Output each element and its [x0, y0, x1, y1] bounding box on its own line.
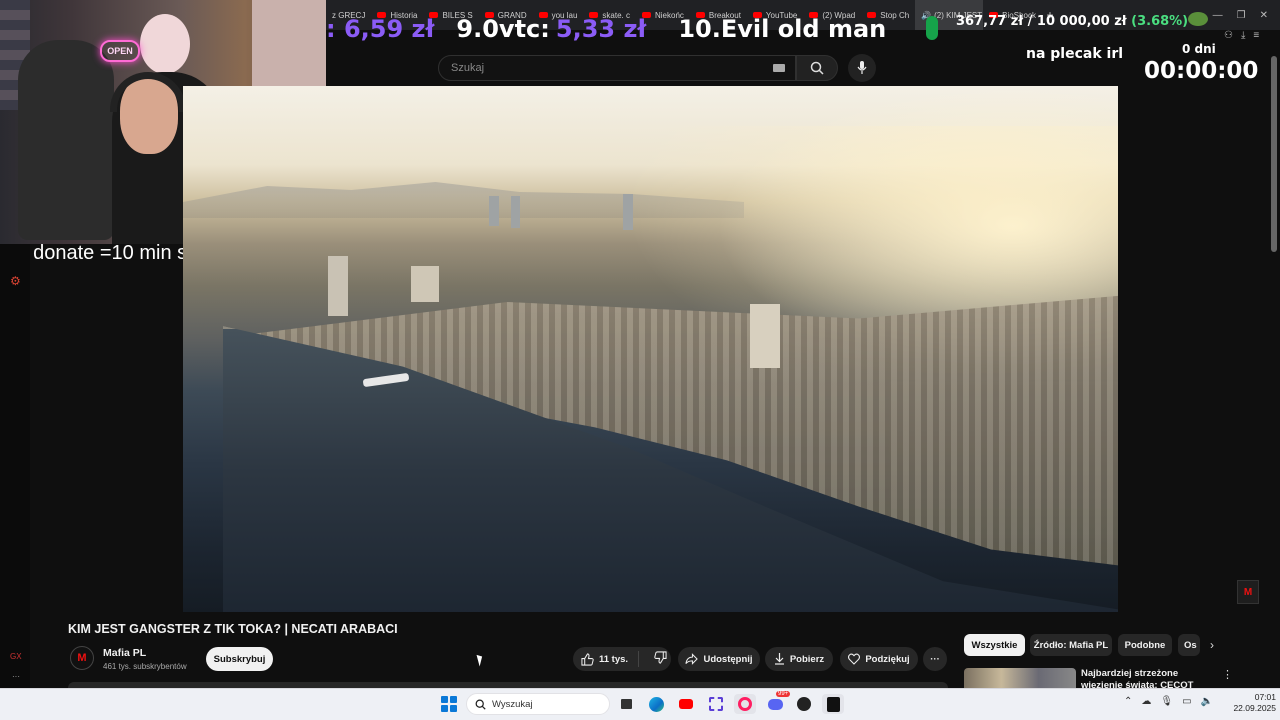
task-view-icon[interactable] — [615, 694, 637, 714]
window-controls: — ❐ ✕ — [1213, 10, 1280, 21]
distant-tower — [511, 196, 520, 228]
share-label: Udostępnij — [703, 653, 753, 665]
distant-tower — [489, 196, 499, 226]
leader-price: : 6,59 zł — [326, 15, 435, 43]
recommended-menu-icon[interactable]: ⋮ — [1222, 668, 1233, 681]
channel-name[interactable]: Mafia PL — [103, 647, 146, 659]
neon-open-sign: OPEN — [100, 40, 140, 62]
taskbar-clock[interactable]: 07:01 22.09.2025 — [1222, 692, 1276, 714]
browser-toolbar-icons: ⚇ ⤓ ≡ — [1218, 30, 1280, 41]
maximize-button[interactable]: ❐ — [1237, 10, 1246, 21]
heart-dollar-icon — [848, 653, 861, 665]
teddy-bear — [140, 14, 190, 74]
goal-separator: / — [1027, 14, 1033, 29]
chip-all[interactable]: Wszystkie — [964, 634, 1025, 656]
share-button[interactable]: Udostępnij — [678, 647, 760, 671]
chip-similar[interactable]: Podobne — [1118, 634, 1172, 656]
thumbs-up-icon — [581, 652, 594, 666]
close-button[interactable]: ✕ — [1260, 10, 1268, 21]
volume-icon[interactable]: 🔈 — [1201, 696, 1213, 707]
more-actions-button[interactable]: ··· — [923, 647, 947, 671]
gx-icon[interactable]: GX — [10, 652, 22, 661]
download-button[interactable]: Pobierz — [765, 647, 833, 671]
goal-progress-indicator — [926, 16, 938, 40]
microphone-tray-icon[interactable]: 🎙 — [1160, 696, 1173, 707]
page-scrollbar[interactable] — [1271, 56, 1277, 252]
snipping-tool-icon[interactable] — [705, 694, 727, 714]
goal-current: 367,77 zł — [956, 14, 1024, 29]
building-tower — [750, 304, 780, 368]
youtube-search-input[interactable]: Szukaj — [438, 55, 796, 81]
building-tower — [328, 256, 348, 316]
distant-tower — [623, 194, 633, 230]
like-button[interactable]: 11 tys. — [573, 651, 639, 667]
channel-watermark[interactable]: M — [1237, 580, 1259, 604]
chips-next-chevron-icon[interactable]: › — [1210, 638, 1214, 652]
leader-rank: 10.Evil old man — [678, 15, 887, 43]
download-icon[interactable]: ⤓ — [1241, 30, 1245, 41]
windows-taskbar — [0, 688, 1280, 720]
microphone-icon — [857, 61, 867, 74]
leader-price: 5,33 zł — [555, 15, 647, 43]
epic-games-icon[interactable] — [822, 694, 844, 714]
discord-icon[interactable]: 99+ — [764, 691, 791, 714]
recommended-thumbnail[interactable] — [964, 668, 1076, 688]
goal-percent: (3.68%) — [1131, 14, 1189, 29]
opera-gx-icon[interactable] — [734, 694, 756, 714]
obs-icon[interactable] — [793, 694, 815, 714]
channel-avatar[interactable]: M — [70, 646, 94, 670]
onedrive-icon[interactable]: ☁ — [1141, 696, 1151, 707]
keyboard-icon[interactable] — [773, 64, 785, 72]
youtube-app-icon[interactable] — [675, 694, 697, 714]
download-arrow-icon — [774, 653, 784, 665]
clock-time: 07:01 — [1254, 692, 1276, 702]
voice-search-button[interactable] — [848, 54, 876, 82]
search-placeholder: Szukaj — [451, 62, 485, 74]
building-tower — [411, 266, 439, 302]
thanks-button[interactable]: Podziękuj — [840, 647, 918, 671]
more-dots-icon[interactable]: ··· — [12, 672, 20, 681]
donation-leaderboard: : 6,59 zł 9.0vtc: 5,33 zł 10.Evil old ma… — [326, 12, 966, 46]
edge-browser-icon[interactable] — [645, 694, 667, 714]
leader-rank: 9.0vtc: — [456, 15, 550, 43]
settings-gear-icon[interactable]: ⚙ — [10, 274, 21, 288]
stream-timer: 00:00:00 — [1144, 58, 1259, 84]
system-tray: ⌃ ☁ 🎙 ▭ 🔈 — [1124, 696, 1213, 707]
chip-other[interactable]: Os — [1178, 634, 1200, 656]
thumbs-down-icon — [654, 651, 667, 664]
like-dislike-group: 11 tys. — [573, 647, 671, 671]
search-button[interactable] — [796, 55, 838, 81]
days-counter: 0 dni — [1182, 42, 1216, 56]
profile-icon[interactable]: ⚇ — [1224, 30, 1233, 41]
goal-caption: na plecak irl — [1026, 46, 1124, 62]
like-count: 11 tys. — [599, 653, 629, 665]
chip-source[interactable]: Źródło: Mafia PL — [1030, 634, 1112, 656]
thanks-label: Podziękuj — [865, 653, 910, 665]
subscriber-count: 461 tys. subskrybentów — [103, 662, 187, 671]
windows-start-icon[interactable] — [441, 696, 457, 712]
pepe-emote-icon — [1188, 12, 1208, 26]
taskbar-search-placeholder: Wyszukaj — [492, 698, 533, 710]
network-icon[interactable]: ▭ — [1182, 696, 1191, 707]
menu-icon[interactable]: ≡ — [1253, 30, 1259, 41]
download-label: Pobierz — [789, 653, 825, 665]
goal-target: 10 000,00 zł — [1036, 14, 1127, 29]
gaming-chair — [18, 40, 114, 240]
tray-chevron-icon[interactable]: ⌃ — [1124, 696, 1132, 707]
discord-badge: 99+ — [776, 691, 791, 697]
search-icon — [475, 699, 486, 710]
video-player[interactable] — [183, 86, 1118, 612]
mouse-cursor — [476, 653, 485, 667]
clock-date: 22.09.2025 — [1233, 703, 1276, 713]
video-title: KIM JEST GANGSTER Z TIK TOKA? | NECATI A… — [68, 622, 398, 636]
left-side-strip — [0, 244, 30, 688]
share-icon — [685, 653, 699, 665]
subscribe-button[interactable]: Subskrybuj — [206, 647, 273, 671]
donation-goal: 367,77 zł / 10 000,00 zł (3.68%) — [956, 14, 1216, 36]
taskbar-search-input[interactable]: Wyszukaj — [466, 693, 610, 715]
search-icon — [810, 61, 824, 75]
dislike-button[interactable] — [644, 651, 667, 667]
